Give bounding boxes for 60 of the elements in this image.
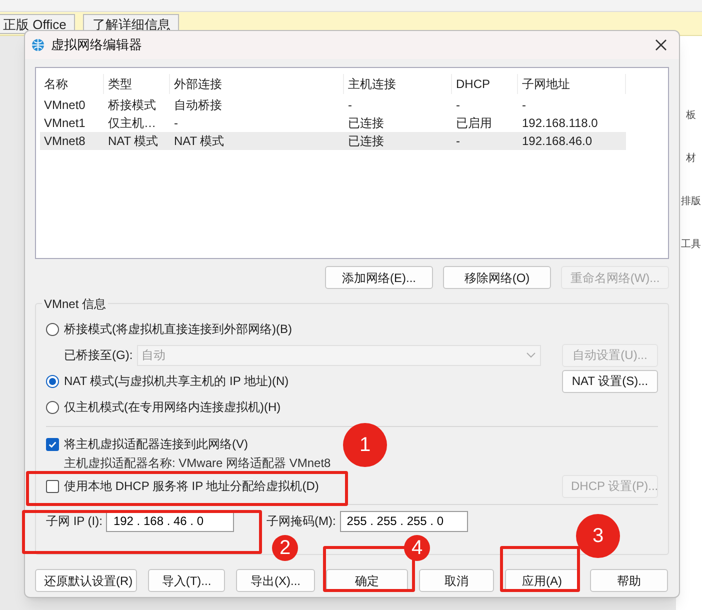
table-row[interactable]: VMnet1 仅主机… - 已连接 已启用 192.168.118.0	[40, 114, 626, 132]
table-cell-text: 已启用	[455, 115, 493, 132]
checkbox[interactable]	[46, 438, 59, 450]
subnet-mask-label: 子网掩码(M):	[266, 513, 336, 530]
mode-option[interactable]: 仅主机模式(在专用网络内连接虚拟机)(H)	[46, 398, 281, 416]
subnet-mask-field[interactable]: 255 . 255 . 255 . 0	[340, 510, 468, 532]
column-header[interactable]: 主机连接	[344, 74, 452, 94]
close-icon[interactable]	[655, 39, 667, 51]
button[interactable]: 添加网络(E)...	[325, 266, 433, 289]
side-label[interactable]: 排版	[681, 194, 701, 209]
table-cell-text: -	[455, 97, 461, 114]
bar-button[interactable]: 正版 Office	[0, 14, 76, 34]
table-cell-text: VMnet8	[43, 133, 86, 150]
table-cell-text: 已连接	[347, 115, 385, 132]
subnet-ip-label: 子网 IP (I):	[46, 513, 102, 530]
table-cell-text: 仅主机…	[107, 115, 157, 132]
column-header[interactable]: 外部连接	[170, 74, 344, 94]
table-cell-text: -	[173, 115, 179, 132]
footer-button[interactable]: 还原默认设置(R)	[35, 569, 137, 592]
table-cell-text: -	[521, 97, 527, 114]
side-label[interactable]: 板	[686, 108, 696, 123]
bridge-label: 已桥接至(G):	[64, 347, 133, 364]
radio-button[interactable]	[46, 374, 59, 388]
column-header[interactable]: 子网地址	[518, 74, 626, 94]
table-cell-text: -	[455, 133, 461, 150]
globe-icon	[31, 38, 45, 52]
adapter-name: 主机虚拟适配器名称: VMware 网络适配器 VMnet8	[64, 455, 331, 471]
window-title: 虚拟网络编辑器	[51, 36, 142, 54]
side-label[interactable]: 工具	[681, 237, 701, 252]
table-cell-text: -	[347, 97, 353, 114]
table-cell-text: VMnet0	[43, 97, 86, 114]
chevron-icon	[526, 352, 536, 358]
table-row[interactable]: VMnet8 NAT 模式 NAT 模式 已连接 - 192.168.46.0	[40, 132, 626, 150]
radio-button[interactable]	[46, 322, 59, 336]
footer-button[interactable]: 导出(X)...	[236, 569, 315, 592]
radio-button[interactable]	[46, 400, 59, 414]
table-cell-text: NAT 模式	[173, 133, 226, 150]
column-header[interactable]: DHCP	[452, 74, 518, 94]
table-cell-text: 192.168.118.0	[521, 115, 599, 132]
button[interactable]: 移除网络(O)	[443, 266, 551, 289]
footer-button[interactable]: 帮助	[590, 569, 668, 592]
table-cell-text: 192.168.46.0	[521, 133, 594, 150]
mode-option[interactable]: 桥接模式(将虚拟机直接连接到外部网络)(B)	[46, 320, 292, 338]
column-header[interactable]: 类型	[104, 74, 170, 94]
column-header[interactable]: 名称	[40, 74, 104, 94]
side-label[interactable]: 材	[686, 151, 696, 166]
table-row[interactable]: VMnet0 桥接模式 自动桥接 - - -	[40, 96, 626, 114]
group-title: VMnet 信息	[42, 295, 108, 313]
nat-settings-button[interactable]: NAT 设置(S)...	[562, 370, 658, 392]
footer-button[interactable]: 导入(T)...	[148, 569, 225, 592]
table-cell-text: 桥接模式	[107, 97, 157, 114]
table-cell-text: NAT 模式	[107, 133, 160, 150]
table-cell-text: 自动桥接	[173, 97, 223, 114]
mode-option[interactable]: NAT 模式(与虚拟机共享主机的 IP 地址)(N)	[46, 372, 289, 390]
footer-button[interactable]: 取消	[419, 569, 494, 592]
checkbox[interactable]	[46, 480, 59, 492]
table-cell-text: 已连接	[347, 133, 385, 150]
table-cell-text: VMnet1	[43, 115, 86, 132]
host-adapter-option[interactable]: 将主机虚拟适配器连接到此网络(V)	[46, 433, 248, 455]
dhcp-option[interactable]: 使用本地 DHCP 服务将 IP 地址分配给虚拟机(D)	[46, 477, 319, 495]
